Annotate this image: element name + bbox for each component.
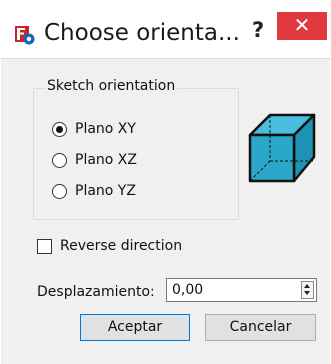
offset-spinbox[interactable]: 0,00 [166, 278, 317, 302]
close-button[interactable]: ✕ [277, 12, 327, 40]
spin-buttons[interactable] [301, 281, 314, 299]
radio-button[interactable] [52, 121, 67, 137]
offset-label: Desplazamiento: [37, 284, 155, 300]
reverse-direction-checkbox[interactable] [37, 238, 52, 254]
spin-down-icon[interactable] [304, 291, 310, 295]
cube-icon [248, 113, 316, 183]
radio-button[interactable] [52, 183, 67, 199]
radio-label: Plano XY [75, 121, 136, 137]
accept-button[interactable]: Aceptar [80, 314, 190, 341]
radio-plane-xz[interactable]: Plano XZ [52, 150, 137, 170]
radio-label: Plano XZ [75, 152, 137, 168]
help-button[interactable]: ? [252, 18, 264, 42]
group-title: Sketch orientation [45, 78, 178, 94]
radio-plane-xy[interactable]: Plano XY [52, 119, 136, 139]
app-icon [15, 26, 35, 45]
window-title: Choose orienta... [44, 20, 240, 46]
radio-plane-yz[interactable]: Plano YZ [52, 181, 136, 201]
reverse-direction-label: Reverse direction [60, 238, 183, 254]
radio-button[interactable] [52, 152, 67, 168]
radio-label: Plano YZ [75, 183, 136, 199]
spin-up-icon[interactable] [304, 284, 310, 288]
offset-value[interactable]: 0,00 [172, 282, 203, 298]
reverse-direction-checkbox-row[interactable]: Reverse direction [37, 236, 182, 256]
title-bar: Choose orienta... ? ✕ [0, 0, 331, 58]
cancel-button[interactable]: Cancelar [205, 314, 316, 341]
